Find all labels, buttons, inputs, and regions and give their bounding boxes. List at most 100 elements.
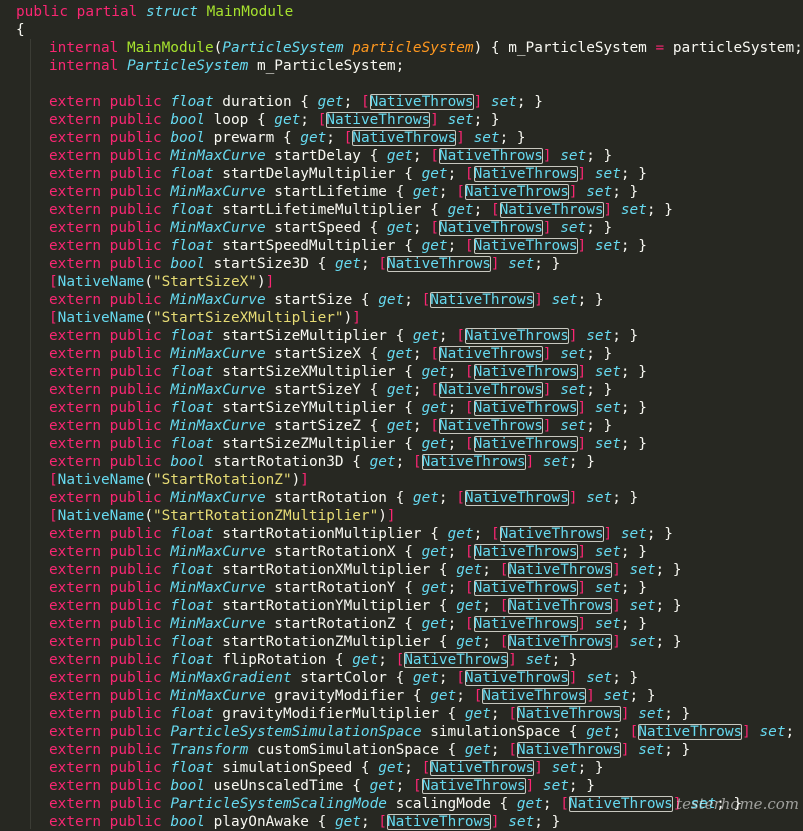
code-token: internal — [49, 40, 127, 56]
code-token: gravityModifier { — [274, 688, 430, 704]
code-line[interactable]: extern public bool startRotation3D { get… — [49, 453, 595, 471]
code-line[interactable]: extern public float startSizeYMultiplier… — [49, 399, 647, 417]
code-token: set — [630, 562, 656, 578]
code-line[interactable]: extern public bool playOnAwake { get; [N… — [49, 813, 560, 831]
code-token: NativeThrows — [508, 598, 612, 614]
code-line[interactable]: public partial struct MainModule — [16, 3, 293, 21]
code-line[interactable]: { — [16, 21, 25, 39]
code-line[interactable]: extern public float startRotationZMultip… — [49, 633, 682, 651]
code-line[interactable]: extern public float startRotationYMultip… — [49, 597, 682, 615]
code-line[interactable]: extern public float startSizeMultiplier … — [49, 327, 638, 345]
code-token: startRotationX { — [274, 544, 421, 560]
code-token: set — [560, 418, 586, 434]
code-line[interactable]: [NativeName("StartRotationZMultiplier")] — [49, 507, 396, 525]
code-line[interactable]: [NativeName("StartSizeX")] — [49, 273, 274, 291]
code-line[interactable]: extern public MinMaxCurve gravityModifie… — [49, 687, 656, 705]
code-line[interactable]: extern public float startSpeedMultiplier… — [49, 237, 647, 255]
code-line[interactable]: extern public MinMaxCurve startDelay { g… — [49, 147, 612, 165]
code-token: simulationSpeed { — [222, 760, 378, 776]
code-line[interactable]: extern public bool loop { get; [NativeTh… — [49, 111, 500, 129]
code-token — [586, 580, 595, 596]
code-line[interactable]: extern public float gravityModifierMulti… — [49, 705, 690, 723]
code-token: ; — [448, 580, 465, 596]
code-token: [ — [456, 328, 465, 344]
code-line[interactable]: extern public float startSizeZMultiplier… — [49, 435, 647, 453]
code-token: ; } — [612, 490, 638, 506]
code-token: ; } — [500, 130, 526, 146]
code-token: startSizeZMultiplier { — [222, 436, 421, 452]
code-token: bool — [170, 454, 213, 470]
code-line[interactable]: extern public float startLifetimeMultipl… — [49, 201, 673, 219]
code-token: set — [595, 436, 621, 452]
code-line[interactable]: internal MainModule(ParticleSystem parti… — [49, 39, 803, 57]
code-line[interactable]: extern public Transform customSimulation… — [49, 741, 690, 759]
code-editor[interactable]: public partial struct MainModule{ interna… — [0, 0, 803, 821]
code-token: extern — [49, 706, 110, 722]
code-token: NativeThrows — [569, 796, 673, 812]
code-line[interactable]: extern public float startDelayMultiplier… — [49, 165, 647, 183]
code-line[interactable]: extern public MinMaxCurve startRotationY… — [49, 579, 647, 597]
code-line[interactable]: extern public MinMaxGradient startColor … — [49, 669, 638, 687]
code-line[interactable]: extern public MinMaxCurve startRotationX… — [49, 543, 647, 561]
code-token: get — [465, 706, 491, 722]
code-token: set — [604, 688, 630, 704]
code-line[interactable]: extern public MinMaxCurve startSpeed { g… — [49, 219, 612, 237]
code-line[interactable]: extern public MinMaxCurve startSizeZ { g… — [49, 417, 612, 435]
code-token: get — [274, 112, 300, 128]
code-token: set — [595, 544, 621, 560]
code-line[interactable]: extern public MinMaxCurve startSizeX { g… — [49, 345, 612, 363]
code-line[interactable]: extern public bool startSize3D { get; [N… — [49, 255, 560, 273]
code-token: get — [586, 724, 612, 740]
code-token: ; } — [621, 166, 647, 182]
code-token: [ — [465, 436, 474, 452]
code-token: extern — [49, 598, 110, 614]
code-line[interactable]: extern public MinMaxCurve startRotationZ… — [49, 615, 647, 633]
code-token: get — [448, 202, 474, 218]
code-token: ] — [387, 508, 396, 524]
code-line[interactable]: internal ParticleSystem m_ParticleSystem… — [49, 57, 404, 75]
code-token: startSpeedMultiplier { — [222, 238, 421, 254]
code-line[interactable]: extern public float startRotationMultipl… — [49, 525, 673, 543]
code-token: set — [552, 292, 578, 308]
code-line[interactable]: extern public ParticleSystemScalingMode … — [49, 795, 742, 813]
code-line[interactable]: extern public MinMaxCurve startLifetime … — [49, 183, 638, 201]
code-token: ] — [526, 454, 535, 470]
code-token: get — [422, 616, 448, 632]
code-token: ; } — [621, 238, 647, 254]
code-token: startDelayMultiplier { — [222, 166, 421, 182]
code-token: ; } — [578, 760, 604, 776]
code-line[interactable]: [NativeName("StartRotationZ")] — [49, 471, 309, 489]
code-line[interactable]: extern public float duration { get; [Nat… — [49, 93, 543, 111]
code-token: get — [465, 742, 491, 758]
code-line[interactable]: extern public MinMaxCurve startSizeY { g… — [49, 381, 612, 399]
code-token: float — [170, 760, 222, 776]
code-line[interactable]: extern public bool useUnscaledTime { get… — [49, 777, 595, 795]
code-token: ; } — [647, 202, 673, 218]
code-line[interactable]: extern public bool prewarm { get; [Nativ… — [49, 129, 526, 147]
code-token: ParticleSystemSimulationSpace — [170, 724, 430, 740]
code-line[interactable]: extern public float startRotationXMultip… — [49, 561, 682, 579]
code-token: MinMaxCurve — [170, 580, 274, 596]
code-token: ; — [448, 364, 465, 380]
code-line[interactable]: [NativeName("StartSizeXMultiplier")] — [49, 309, 361, 327]
code-token: extern — [49, 400, 110, 416]
code-token: public — [110, 742, 171, 758]
code-token: ; } — [656, 598, 682, 614]
code-token: NativeName — [58, 310, 145, 326]
code-token: ; } — [621, 580, 647, 596]
code-token: [ — [413, 778, 422, 794]
code-token: NativeThrows — [387, 814, 491, 830]
code-token: NativeName — [58, 508, 145, 524]
code-line[interactable]: extern public float flipRotation { get; … — [49, 651, 578, 669]
code-token: MinMaxCurve — [170, 616, 274, 632]
code-token: NativeThrows — [474, 166, 578, 182]
code-token: get — [430, 688, 456, 704]
code-line[interactable]: extern public MinMaxCurve startRotation … — [49, 489, 638, 507]
code-token — [534, 778, 543, 794]
code-line[interactable]: extern public ParticleSystemSimulationSp… — [49, 723, 803, 741]
code-line[interactable]: extern public MinMaxCurve startSize { ge… — [49, 291, 604, 309]
code-token: ] — [430, 112, 439, 128]
code-line[interactable]: extern public float simulationSpeed { ge… — [49, 759, 604, 777]
code-line[interactable]: extern public float startSizeXMultiplier… — [49, 363, 647, 381]
code-token — [543, 760, 552, 776]
